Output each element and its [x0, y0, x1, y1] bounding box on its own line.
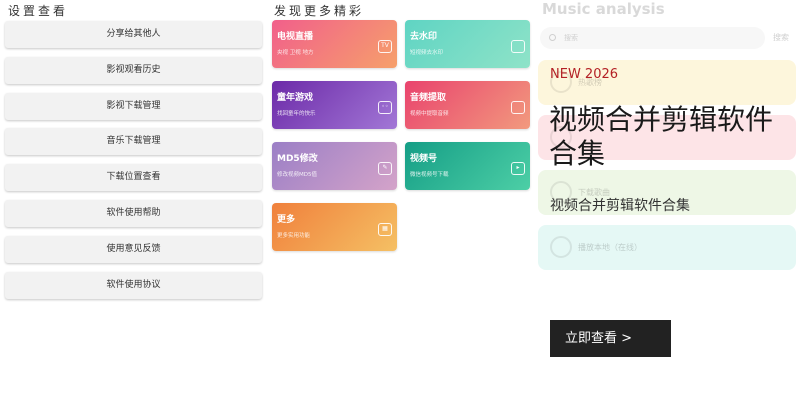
tile-subtitle: 央视 卫视 地方 — [277, 50, 314, 56]
grid-icon: ▦ — [378, 223, 392, 236]
view-now-button[interactable]: 立即查看 > — [550, 320, 671, 357]
tile-title: 电视直播 — [277, 32, 314, 42]
settings-item[interactable]: 音乐下载管理 — [5, 128, 262, 156]
settings-item[interactable]: 影视下载管理 — [5, 92, 262, 120]
discover-tile[interactable]: 去水印 短视频去水印 — [405, 20, 530, 68]
tile-subtitle: 找回童年的快乐 — [277, 111, 316, 117]
tile-subtitle: 视频中提取音频 — [410, 111, 449, 117]
tile-title: 视频号 — [410, 154, 438, 164]
settings-item[interactable]: 软件使用协议 — [5, 271, 262, 299]
settings-title: 设置查看 — [8, 4, 69, 18]
discover-title: 发现更多精彩 — [274, 4, 365, 18]
audio-icon — [511, 101, 525, 114]
discover-panel: 发现更多精彩 电视直播央视 卫视 地方 TV 去水印短视频去水印童年游戏找回童年的快… — [266, 0, 530, 400]
settings-item[interactable]: 使用意见反馈 — [5, 235, 262, 263]
tile-title: 更多 — [277, 215, 296, 225]
ad-tag: NEW 2026 — [550, 67, 619, 82]
settings-item[interactable]: 分享给其他人 — [5, 21, 262, 48]
ad-headline: 视频合并剪辑软件合集 — [549, 103, 774, 170]
ad-overlay: NEW 2026 视频合并剪辑软件合集 视频合并剪辑软件合集 立即查看 > — [530, 0, 800, 400]
discover-tile[interactable]: 视频号微信视频号下载 ▸ — [405, 142, 530, 190]
tile-title: 音频提取 — [410, 93, 447, 103]
play-icon: ▸ — [511, 162, 525, 175]
settings-panel: 设置查看 分享给其他人 影视观看历史 影视下载管理 音乐下载管理 下载位置查看 软件使用帮… — [0, 0, 266, 400]
tile-subtitle: 短视频去水印 — [410, 50, 444, 56]
settings-item[interactable]: 下载位置查看 — [5, 164, 262, 192]
discover-tile[interactable]: 电视直播央视 卫视 地方 TV — [272, 20, 397, 68]
ad-subtitle: 视频合并剪辑软件合集 — [550, 198, 690, 214]
discover-tile[interactable]: 更多更多实用功能 ▦ — [272, 203, 397, 251]
tile-title: 童年游戏 — [277, 93, 314, 103]
discover-tile[interactable]: 童年游戏找回童年的快乐 ◦◦ — [272, 81, 397, 129]
tile-subtitle: 更多实用功能 — [277, 233, 311, 239]
frame-icon — [511, 40, 525, 53]
edit-icon: ✎ — [378, 162, 392, 175]
tile-subtitle: 微信视频号下载 — [410, 172, 449, 178]
gamepad-icon: ◦◦ — [378, 101, 392, 114]
tile-title: MD5修改 — [277, 154, 318, 164]
tile-title: 去水印 — [410, 32, 438, 42]
discover-tile[interactable]: 音频提取视频中提取音频 — [405, 81, 530, 129]
settings-item[interactable]: 软件使用帮助 — [5, 200, 262, 227]
settings-item[interactable]: 影视观看历史 — [5, 56, 262, 84]
discover-tile[interactable]: MD5修改修改视频MD5值 ✎ — [272, 142, 397, 190]
tile-subtitle: 修改视频MD5值 — [277, 172, 317, 178]
tv-icon: TV — [378, 40, 392, 53]
